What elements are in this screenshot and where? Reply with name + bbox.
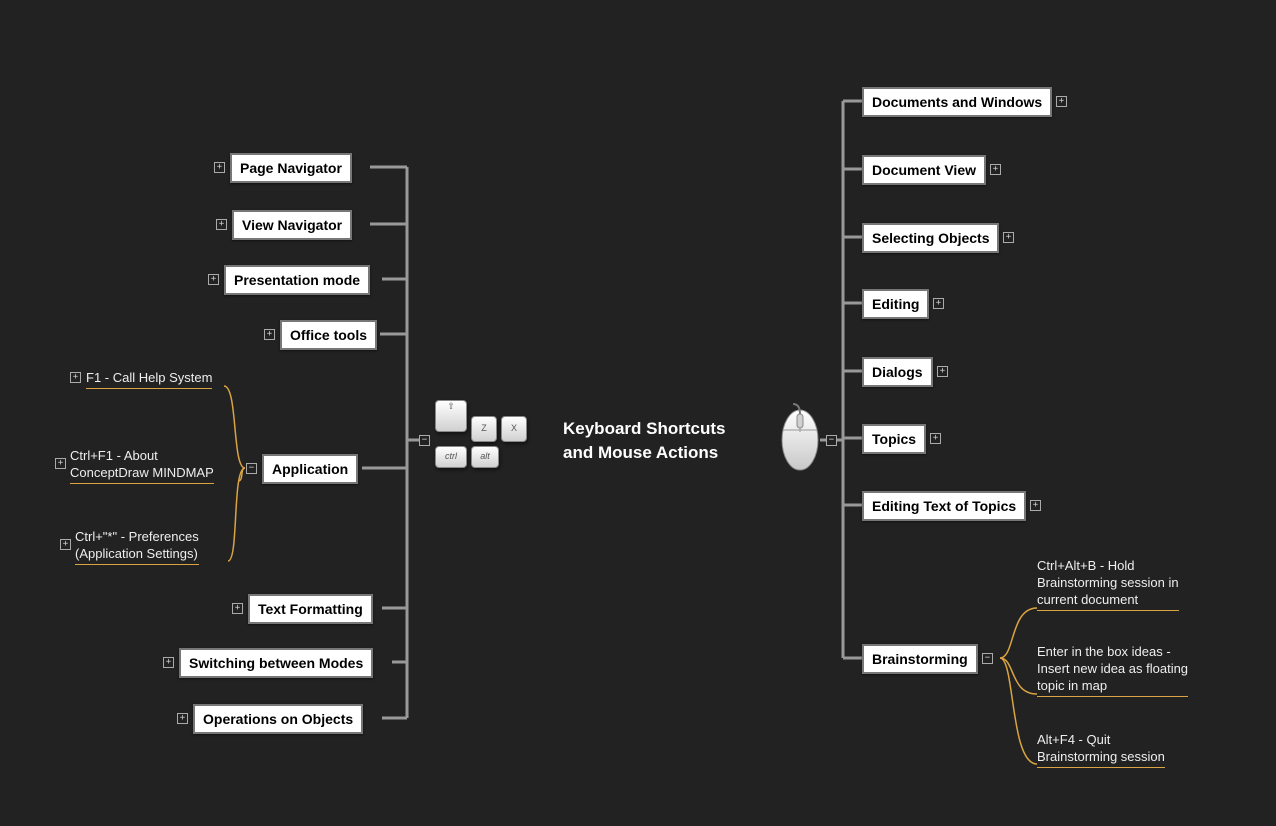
expand-toggle[interactable]: +	[232, 603, 243, 614]
node-label: Application	[272, 461, 348, 477]
expand-toggle[interactable]: +	[163, 657, 174, 668]
expand-toggle[interactable]: +	[70, 372, 81, 383]
application-sub-0[interactable]: F1 - Call Help System	[86, 369, 212, 389]
node-label: Documents and Windows	[872, 94, 1042, 110]
brainstorming-sub-2[interactable]: Alt+F4 - QuitBrainstorming session	[1037, 731, 1165, 768]
expand-toggle-left[interactable]: −	[419, 435, 430, 446]
brainstorming-sub-0[interactable]: Ctrl+Alt+B - HoldBrainstorming session i…	[1037, 557, 1179, 611]
expand-toggle[interactable]: +	[1056, 96, 1067, 107]
left-node-6[interactable]: Switching between Modes	[179, 648, 373, 678]
node-label: Brainstorming	[872, 651, 968, 667]
node-label: Editing	[872, 296, 919, 312]
node-label: Page Navigator	[240, 160, 342, 176]
node-label: Presentation mode	[234, 272, 360, 288]
right-node-0[interactable]: Documents and Windows	[862, 87, 1052, 117]
left-node-3[interactable]: Office tools	[280, 320, 377, 350]
expand-toggle[interactable]: −	[982, 653, 993, 664]
node-label: Text Formatting	[258, 601, 363, 617]
left-node-0[interactable]: Page Navigator	[230, 153, 352, 183]
left-node-7[interactable]: Operations on Objects	[193, 704, 363, 734]
expand-toggle[interactable]: +	[937, 366, 948, 377]
expand-toggle[interactable]: +	[214, 162, 225, 173]
expand-toggle[interactable]: +	[1003, 232, 1014, 243]
expand-toggle[interactable]: +	[930, 433, 941, 444]
left-node-1[interactable]: View Navigator	[232, 210, 352, 240]
application-sub-1[interactable]: Ctrl+F1 - AboutConceptDraw MINDMAP	[70, 447, 214, 484]
right-node-6[interactable]: Editing Text of Topics	[862, 491, 1026, 521]
right-node-5[interactable]: Topics	[862, 424, 926, 454]
expand-toggle[interactable]: +	[264, 329, 275, 340]
node-label: Topics	[872, 431, 916, 447]
expand-toggle[interactable]: +	[208, 274, 219, 285]
right-node-3[interactable]: Editing	[862, 289, 929, 319]
expand-toggle[interactable]: +	[933, 298, 944, 309]
brainstorming-sub-1[interactable]: Enter in the box ideas -Insert new idea …	[1037, 643, 1188, 697]
application-sub-2[interactable]: Ctrl+"*" - Preferences(Application Setti…	[75, 528, 199, 565]
title-line-1: Keyboard Shortcuts	[563, 417, 725, 441]
center-title: Keyboard Shortcuts and Mouse Actions	[563, 417, 725, 465]
node-label: Document View	[872, 162, 976, 178]
connector-lines	[0, 0, 1276, 826]
right-node-4[interactable]: Dialogs	[862, 357, 933, 387]
node-label: Editing Text of Topics	[872, 498, 1016, 514]
expand-toggle[interactable]: +	[177, 713, 188, 724]
expand-toggle[interactable]: +	[55, 458, 66, 469]
expand-toggle[interactable]: +	[60, 539, 71, 550]
node-label: Operations on Objects	[203, 711, 353, 727]
title-line-2: and Mouse Actions	[563, 441, 725, 465]
left-node-2[interactable]: Presentation mode	[224, 265, 370, 295]
right-node-2[interactable]: Selecting Objects	[862, 223, 999, 253]
node-label: View Navigator	[242, 217, 342, 233]
left-node-5[interactable]: Text Formatting	[248, 594, 373, 624]
expand-toggle[interactable]: +	[990, 164, 1001, 175]
node-label: Switching between Modes	[189, 655, 363, 671]
node-label: Selecting Objects	[872, 230, 989, 246]
expand-toggle[interactable]: +	[1030, 500, 1041, 511]
expand-toggle[interactable]: +	[216, 219, 227, 230]
left-node-4[interactable]: Application	[262, 454, 358, 484]
mindmap-stage: ⇧ Z X ctrl alt Keyboard Shortcuts and Mo…	[0, 0, 1276, 826]
expand-toggle-right[interactable]: −	[826, 435, 837, 446]
node-label: Dialogs	[872, 364, 923, 380]
mouse-icon	[779, 402, 821, 472]
right-node-1[interactable]: Document View	[862, 155, 986, 185]
right-node-7[interactable]: Brainstorming	[862, 644, 978, 674]
node-label: Office tools	[290, 327, 367, 343]
expand-toggle[interactable]: −	[246, 463, 257, 474]
